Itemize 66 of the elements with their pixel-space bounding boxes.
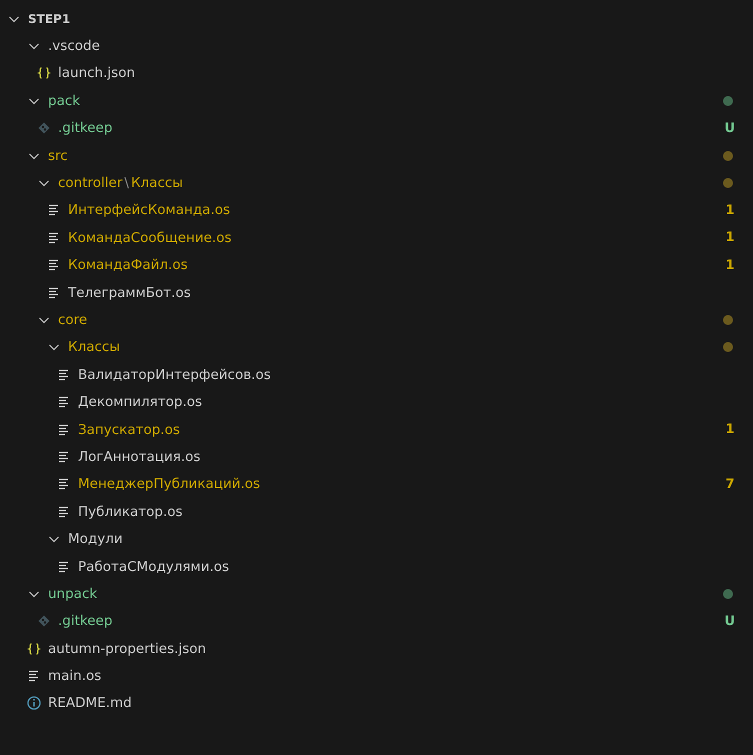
file-row[interactable]: МенеджерПубликаций.os 7 — [0, 470, 753, 498]
file-name: .gitkeep — [58, 120, 112, 136]
file-row[interactable]: Декомпилятор.os — [0, 388, 753, 416]
status-letter: 7 — [725, 476, 735, 492]
folder-name: Классы — [130, 175, 183, 192]
folder-name: STEP1 — [28, 12, 70, 26]
folder-name: pack — [48, 92, 80, 109]
file-name: main.os — [48, 668, 102, 684]
folder-name: Модули — [68, 531, 123, 548]
folder-name: src — [48, 148, 68, 164]
status-letter: U — [724, 120, 735, 136]
folder-row[interactable]: unpack — [0, 580, 753, 608]
file-row[interactable]: main.os — [0, 662, 753, 690]
file-row[interactable]: .gitkeep U — [0, 608, 753, 635]
folder-row[interactable]: Классы — [0, 334, 753, 362]
file-row[interactable]: autumn-properties.json — [0, 634, 753, 662]
file-row[interactable]: launch.json — [0, 60, 753, 88]
file-name: ВалидаторИнтерфейсов.os — [78, 366, 271, 383]
root-folder-row[interactable]: STEP1 — [0, 5, 753, 32]
file-row[interactable]: ВалидаторИнтерфейсов.os — [0, 361, 753, 388]
folder-name: controller — [58, 175, 122, 192]
file-name: КомандаСообщение.os — [68, 230, 232, 246]
file-name: Декомпилятор.os — [78, 394, 202, 410]
file-name: КомандаФайл.os — [68, 257, 188, 274]
status-letter: 1 — [725, 230, 735, 246]
file-row[interactable]: .gitkeep U — [0, 114, 753, 142]
path-separator: \ — [123, 175, 130, 192]
file-row[interactable]: README.md — [0, 690, 753, 718]
file-name: ИнтерфейсКоманда.os — [68, 202, 230, 218]
file-row[interactable]: ЛогАннотация.os — [0, 443, 753, 471]
file-name: МенеджерПубликаций.os — [78, 476, 260, 492]
file-name: README.md — [48, 695, 132, 712]
status-letter: 1 — [725, 422, 735, 438]
file-name: Запускатор.os — [78, 422, 180, 438]
file-row[interactable]: Запускатор.os 1 — [0, 416, 753, 444]
folder-name: unpack — [48, 586, 98, 602]
file-name: launch.json — [58, 65, 136, 82]
folder-row[interactable]: src — [0, 142, 753, 170]
file-name: Публикатор.os — [78, 504, 183, 520]
status-letter: 1 — [725, 202, 735, 218]
file-row[interactable]: ТелеграммБот.os — [0, 278, 753, 306]
braces-icon — [26, 640, 42, 657]
folder-row[interactable]: pack — [0, 87, 753, 115]
braces-icon — [36, 65, 52, 82]
file-row[interactable]: Публикатор.os — [0, 498, 753, 526]
file-name: РаботаСМодулями.os — [78, 558, 230, 574]
diamond-icon — [36, 613, 52, 630]
file-row[interactable]: КомандаФайл.os 1 — [0, 252, 753, 279]
folder-row[interactable]: controller\Классы — [0, 169, 753, 197]
folder-row[interactable]: core — [0, 306, 753, 334]
folder-name: Классы — [68, 339, 120, 356]
file-row[interactable]: КомандаСообщение.os 1 — [0, 224, 753, 252]
folder-name: core — [58, 312, 88, 328]
info-icon — [26, 695, 42, 712]
status-letter: U — [724, 614, 735, 629]
file-name: ТелеграммБот.os — [68, 284, 191, 301]
file-name: .gitkeep — [58, 613, 112, 630]
file-name: autumn-properties.json — [48, 640, 206, 657]
file-row[interactable]: ИнтерфейсКоманда.os 1 — [0, 196, 753, 224]
diamond-icon — [36, 120, 52, 136]
folder-row[interactable]: .vscode — [0, 32, 753, 60]
file-row[interactable]: РаботаСМодулями.os — [0, 552, 753, 580]
folder-name: .vscode — [48, 38, 100, 54]
folder-row[interactable]: Модули — [0, 525, 753, 553]
file-name: ЛогАннотация.os — [78, 448, 200, 465]
status-letter: 1 — [725, 258, 735, 273]
